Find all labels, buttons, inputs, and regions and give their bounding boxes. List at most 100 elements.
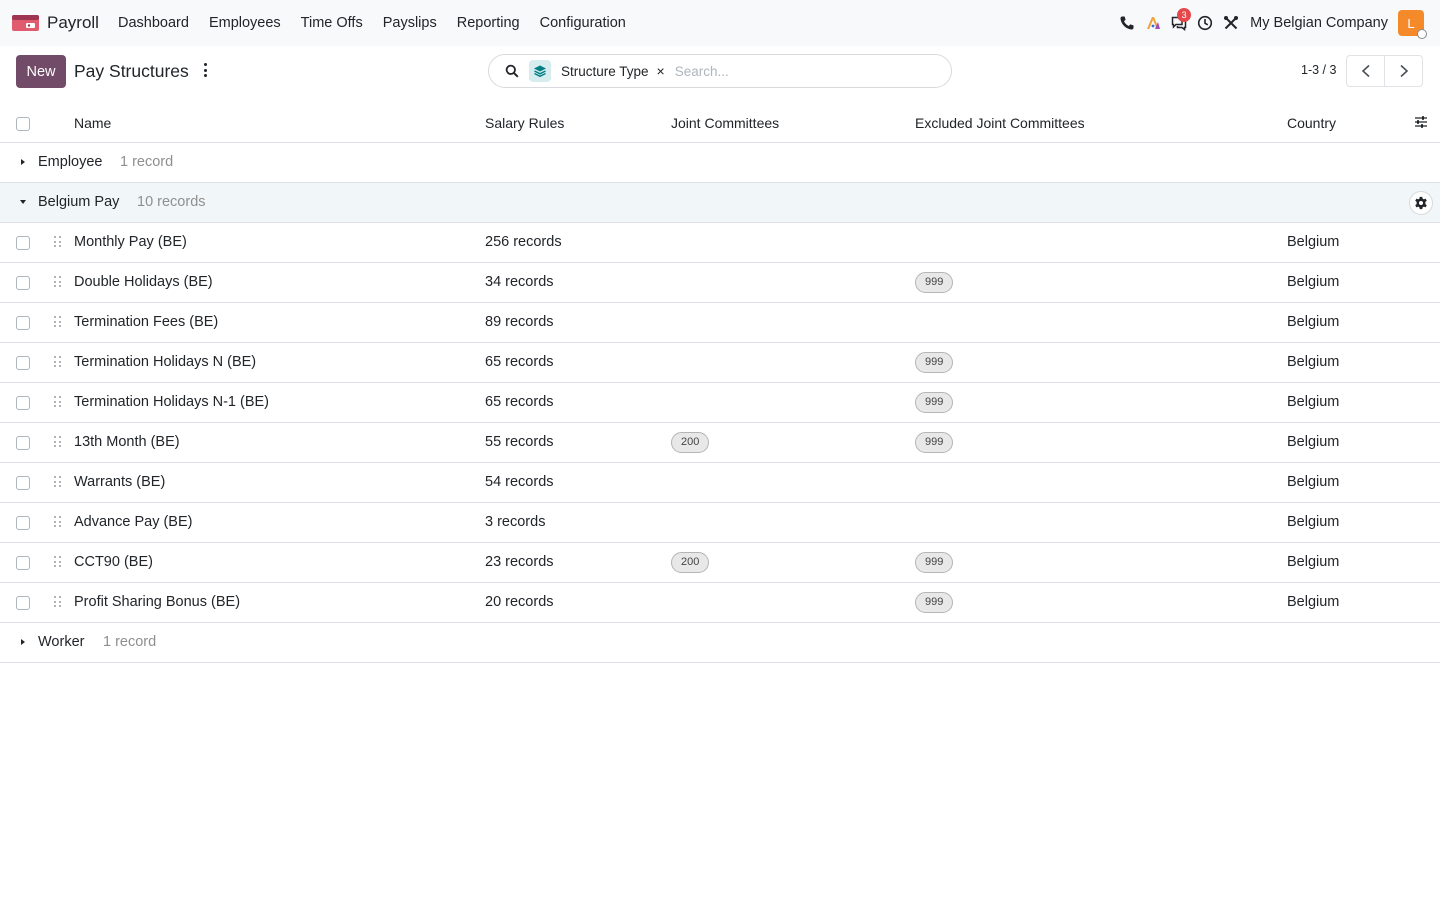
avatar-initial: L (1407, 15, 1415, 31)
column-header-country[interactable]: Country (1287, 115, 1336, 131)
table-row[interactable]: Termination Holidays N (BE) 65 records 999… (0, 343, 1440, 383)
clock-icon[interactable] (1192, 0, 1218, 46)
page-title: Pay Structures (74, 61, 189, 81)
payroll-app-icon[interactable] (12, 13, 39, 33)
country-cell: Belgium (1287, 354, 1340, 370)
facet-label: Structure Type (561, 63, 649, 79)
structure-name: Warrants (BE) (74, 474, 166, 490)
layers-icon (529, 60, 551, 82)
select-all-checkbox[interactable] (16, 117, 30, 131)
salary-rules-count: 23 records (485, 554, 554, 570)
column-header-excluded-joint-committees[interactable]: Excluded Joint Committees (915, 115, 1085, 131)
row-checkbox[interactable] (16, 316, 30, 330)
row-checkbox[interactable] (16, 436, 30, 450)
row-checkbox[interactable] (16, 276, 30, 290)
search-icon[interactable] (505, 64, 519, 78)
structure-name: Termination Holidays N (BE) (74, 354, 257, 370)
table-row[interactable]: 13th Month (BE) 55 records 200 999 Belgium (0, 423, 1440, 463)
menu-time-offs[interactable]: Time Offs (291, 0, 373, 46)
salary-rules-count: 3 records (485, 514, 546, 530)
menu-reporting[interactable]: Reporting (447, 0, 530, 46)
menu-payslips[interactable]: Payslips (373, 0, 447, 46)
group-count: 10 records (137, 194, 206, 210)
drag-handle-icon[interactable] (54, 596, 62, 608)
pay-structures-list: Name Salary Rules Joint Committees Exclu… (0, 103, 1440, 663)
column-header-salary-rules[interactable]: Salary Rules (485, 115, 564, 131)
search-input[interactable] (674, 63, 915, 79)
new-button[interactable]: New (16, 55, 66, 88)
menu-employees[interactable]: Employees (199, 0, 291, 46)
column-header-joint-committees[interactable]: Joint Committees (671, 115, 779, 131)
drag-handle-icon[interactable] (54, 316, 62, 328)
table-row[interactable]: Advance Pay (BE) 3 records Belgium (0, 503, 1440, 543)
app-name[interactable]: Payroll (47, 13, 99, 33)
excluded-joint-committee-tag: 999 (915, 432, 954, 453)
column-header-name[interactable]: Name (74, 115, 111, 131)
drag-handle-icon[interactable] (54, 236, 62, 248)
facet-remove-icon[interactable]: × (657, 63, 665, 79)
pager-previous-button[interactable] (1346, 55, 1385, 87)
drag-handle-icon[interactable] (54, 396, 62, 408)
ai-icon[interactable] (1140, 0, 1166, 46)
list-header: Name Salary Rules Joint Committees Exclu… (0, 103, 1440, 143)
messages-badge: 3 (1177, 8, 1192, 22)
drag-handle-icon[interactable] (54, 556, 62, 568)
excluded-joint-committee-tag: 999 (915, 552, 954, 573)
actions-menu-icon[interactable] (197, 60, 213, 80)
drag-handle-icon[interactable] (54, 476, 62, 488)
row-checkbox[interactable] (16, 396, 30, 410)
gear-icon[interactable] (1409, 191, 1433, 215)
country-cell: Belgium (1287, 594, 1340, 610)
pager-next-button[interactable] (1384, 55, 1423, 87)
table-row[interactable]: Termination Holidays N-1 (BE) 65 records 9… (0, 383, 1440, 423)
table-row[interactable]: CCT90 (BE) 23 records 200 999 Belgium (0, 543, 1440, 583)
chevron-left-icon (1361, 64, 1370, 78)
table-row[interactable]: Termination Fees (BE) 89 records Belgium (0, 303, 1440, 343)
presence-status-icon (1417, 29, 1427, 39)
company-switcher[interactable]: My Belgian Company (1250, 15, 1388, 31)
sliders-icon[interactable] (1414, 115, 1428, 129)
main-menu: Dashboard Employees Time Offs Payslips R… (108, 0, 636, 46)
drag-handle-icon[interactable] (54, 276, 62, 288)
group-row-employee[interactable]: Employee 1 record (0, 143, 1440, 183)
country-cell: Belgium (1287, 234, 1340, 250)
table-row[interactable]: Double Holidays (BE) 34 records 999 Belgium (0, 263, 1440, 303)
row-checkbox[interactable] (16, 356, 30, 370)
top-navbar: Payroll Dashboard Employees Time Offs Pa… (0, 0, 1440, 46)
row-checkbox[interactable] (16, 476, 30, 490)
country-cell: Belgium (1287, 514, 1340, 530)
menu-dashboard[interactable]: Dashboard (108, 0, 199, 46)
caret-down-icon (20, 200, 26, 204)
caret-right-icon (21, 639, 25, 645)
table-row[interactable]: Warrants (BE) 54 records Belgium (0, 463, 1440, 503)
control-panel: New Pay Structures Structure Type × 1-3 … (0, 46, 1440, 100)
menu-configuration[interactable]: Configuration (530, 0, 636, 46)
tools-icon[interactable] (1218, 0, 1244, 46)
phone-icon[interactable] (1114, 0, 1140, 46)
table-row[interactable]: Profit Sharing Bonus (BE) 20 records 999 Be… (0, 583, 1440, 623)
joint-committee-tag: 200 (671, 552, 710, 573)
structure-name: Monthly Pay (BE) (74, 234, 187, 250)
excluded-joint-committee-tag: 999 (915, 352, 954, 373)
row-checkbox[interactable] (16, 236, 30, 250)
group-name: Worker (38, 634, 85, 650)
salary-rules-count: 34 records (485, 274, 554, 290)
country-cell: Belgium (1287, 554, 1340, 570)
search-facet: Structure Type × (529, 59, 665, 83)
drag-handle-icon[interactable] (54, 356, 62, 368)
row-checkbox[interactable] (16, 556, 30, 570)
row-checkbox[interactable] (16, 516, 30, 530)
pager-value[interactable]: 1-3 / 3 (1301, 63, 1336, 77)
group-row-worker[interactable]: Worker 1 record (0, 623, 1440, 663)
structure-name: Double Holidays (BE) (74, 274, 213, 290)
row-checkbox[interactable] (16, 596, 30, 610)
drag-handle-icon[interactable] (54, 516, 62, 528)
table-row[interactable]: Monthly Pay (BE) 256 records Belgium (0, 223, 1440, 263)
messages-icon[interactable]: 3 (1166, 0, 1192, 46)
group-name: Employee (38, 154, 103, 170)
excluded-joint-committee-tag: 999 (915, 272, 954, 293)
chevron-right-icon (1399, 64, 1408, 78)
group-row-belgium-pay[interactable]: Belgium Pay 10 records (0, 183, 1440, 223)
drag-handle-icon[interactable] (54, 436, 62, 448)
user-avatar[interactable]: L (1398, 10, 1427, 39)
